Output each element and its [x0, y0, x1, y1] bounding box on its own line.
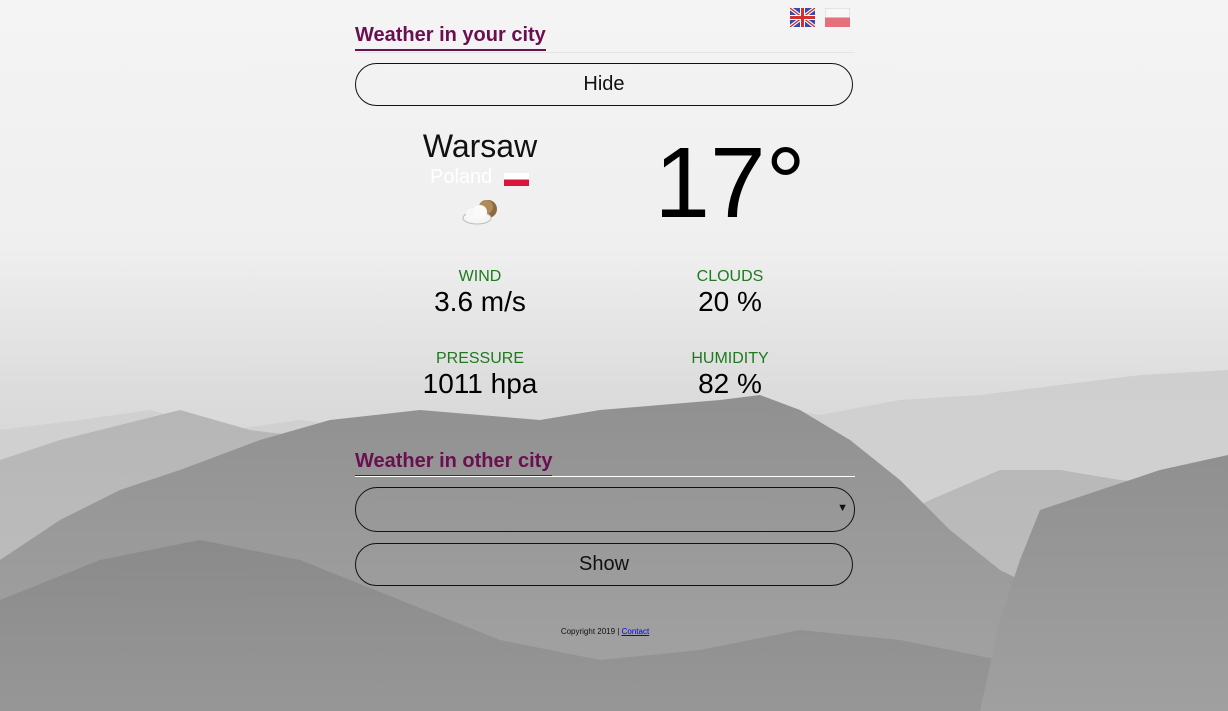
temperature: 17°	[654, 127, 806, 239]
poland-flag-icon[interactable]	[825, 8, 850, 27]
humidity-label: HUMIDITY	[691, 350, 769, 367]
pressure-label: PRESSURE	[435, 350, 525, 367]
partly-cloudy-icon	[462, 200, 497, 225]
section-title: Weather in other city	[355, 450, 553, 477]
city-name: Warsaw	[422, 128, 538, 164]
divider	[355, 52, 855, 53]
show-button[interactable]: Show	[355, 543, 853, 586]
wind-label: WIND	[458, 268, 502, 285]
poland-flag-icon	[504, 173, 529, 186]
clouds-value: 20 %	[698, 286, 762, 317]
current-weather-header: Weather in your city	[355, 0, 855, 53]
country-name: Poland	[430, 166, 493, 188]
pressure-value: 1011 hpa	[422, 368, 538, 399]
dropdown-arrow-icon: ▼	[837, 502, 848, 514]
contact-link[interactable]: Contact	[622, 627, 650, 636]
clouds-label: CLOUDS	[696, 268, 764, 285]
humidity-value: 82 %	[698, 368, 762, 399]
wind-value: 3.6 m/s	[434, 286, 526, 317]
copyright-text: Copyright 2019 |	[560, 627, 622, 636]
uk-flag-icon[interactable]	[790, 8, 815, 27]
hide-button[interactable]: Hide	[355, 63, 853, 106]
city-select[interactable]: ▼	[355, 487, 855, 532]
weather-panel: Weather in your city Hide Warsaw Poland …	[355, 0, 855, 636]
divider	[355, 476, 855, 477]
section-title: Weather in your city	[355, 24, 546, 51]
other-city-header: Weather in other city	[355, 448, 855, 478]
footer: Copyright 2019 | Contact	[355, 627, 855, 636]
